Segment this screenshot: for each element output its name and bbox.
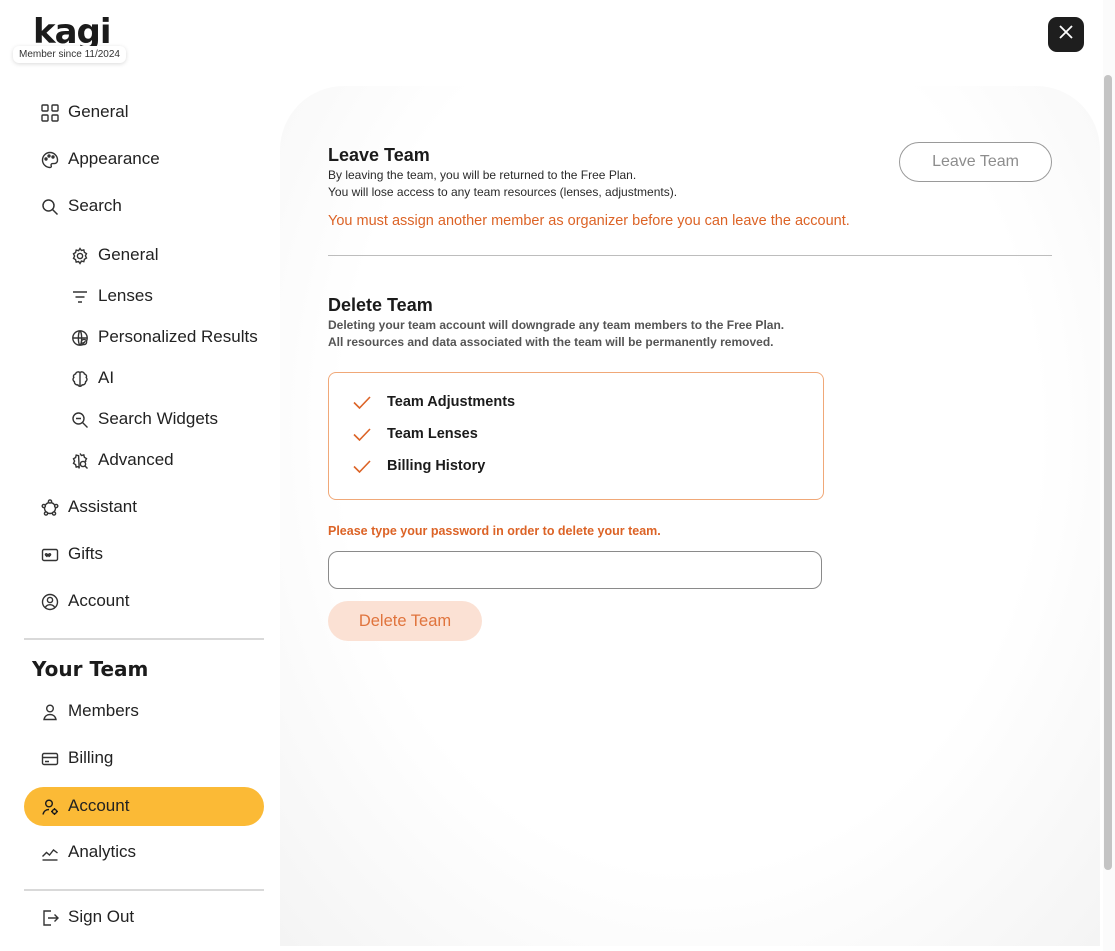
sidebar-item-label: Appearance (68, 149, 160, 168)
sidebar-item-members[interactable]: Members (24, 692, 264, 731)
resource-label: Billing History (387, 458, 486, 474)
sidebar-item-search-widgets[interactable]: Search Widgets (24, 400, 264, 439)
sidebar-item-label: AI (98, 368, 115, 387)
resource-label: Team Adjustments (387, 394, 516, 410)
sign-out-icon (40, 908, 60, 928)
close-icon (1058, 24, 1074, 45)
sidebar-item-team-account[interactable]: Account (24, 787, 264, 826)
sidebar-divider (24, 889, 264, 891)
palette-icon (40, 150, 60, 170)
sidebar-item-assistant[interactable]: Assistant (24, 488, 264, 527)
sidebar-item-ai[interactable]: AI (24, 359, 264, 398)
sidebar-item-label: Personalized Results (98, 327, 258, 346)
sidebar-divider (24, 638, 264, 640)
gear-icon (70, 246, 90, 266)
sidebar-item-label: Members (68, 701, 139, 720)
sidebar-item-label: Assistant (68, 497, 137, 516)
sidebar-item-account[interactable]: Account (24, 582, 264, 621)
sidebar-item-label: Account (68, 796, 130, 815)
team-heading: Your Team (32, 657, 149, 681)
delete-team-description-line1: Deleting your team account will downgrad… (328, 318, 785, 332)
sidebar-item-search[interactable]: Search (24, 187, 264, 226)
gift-icon (40, 545, 60, 565)
sidebar: kagi Member since 11/2024 General Appear… (0, 0, 280, 951)
check-icon (351, 391, 373, 413)
assistant-icon (40, 498, 60, 518)
person-icon (40, 702, 60, 722)
sidebar-item-search-general[interactable]: General (24, 236, 264, 275)
sidebar-item-label: Billing (68, 748, 114, 767)
sign-out-button[interactable]: Sign Out (24, 898, 264, 937)
sidebar-item-label: Account (68, 591, 130, 610)
sidebar-item-label: Advanced (98, 450, 174, 469)
close-button[interactable] (1048, 17, 1084, 52)
advanced-gear-icon (70, 451, 90, 471)
list-item: Team Adjustments (351, 391, 515, 413)
resource-label: Team Lenses (387, 426, 478, 442)
sidebar-item-gifts[interactable]: Gifts (24, 535, 264, 574)
leave-team-warning: You must assign another member as organi… (328, 213, 850, 229)
sidebar-item-label: General (68, 102, 129, 121)
leave-team-description-line2: You will lose access to any team resourc… (328, 185, 678, 199)
check-icon (351, 423, 373, 445)
sign-out-label: Sign Out (68, 907, 135, 926)
sidebar-item-billing[interactable]: Billing (24, 739, 264, 778)
sidebar-item-label: Analytics (68, 842, 137, 861)
chart-line-icon (40, 843, 60, 863)
kagi-logo[interactable]: kagi (33, 14, 112, 50)
password-input[interactable] (328, 551, 822, 589)
delete-team-title: Delete Team (328, 295, 433, 315)
sidebar-item-label: Lenses (98, 286, 153, 305)
filter-icon (70, 287, 90, 307)
team-resources-list: Team Adjustments Team Lenses Billing His… (328, 372, 824, 500)
brain-icon (70, 369, 90, 389)
sidebar-item-analytics[interactable]: Analytics (24, 833, 264, 872)
search-icon (40, 197, 60, 217)
sidebar-item-label: Search (68, 196, 122, 215)
sidebar-item-appearance[interactable]: Appearance (24, 140, 264, 179)
delete-team-button[interactable]: Delete Team (328, 601, 482, 641)
card-icon (40, 749, 60, 769)
person-gear-icon (40, 797, 60, 817)
list-item: Team Lenses (351, 423, 478, 445)
account-circle-icon (40, 592, 60, 612)
section-divider (328, 255, 1052, 256)
check-icon (351, 455, 373, 477)
leave-team-description-line1: By leaving the team, you will be returne… (328, 168, 637, 182)
delete-team-description-line2: All resources and data associated with t… (328, 335, 774, 349)
sidebar-item-label: Gifts (68, 544, 103, 563)
sidebar-item-label: Search Widgets (98, 409, 218, 428)
leave-team-button[interactable]: Leave Team (899, 142, 1052, 182)
sidebar-item-lenses[interactable]: Lenses (24, 277, 264, 316)
sidebar-item-label: General (98, 245, 159, 264)
sidebar-item-general[interactable]: General (24, 93, 264, 132)
sidebar-item-personalized-results[interactable]: Personalized Results (24, 318, 264, 357)
password-label: Please type your password in order to de… (328, 524, 661, 538)
list-item: Billing History (351, 455, 485, 477)
member-since-badge: Member since 11/2024 (13, 46, 126, 63)
sidebar-item-advanced[interactable]: Advanced (24, 441, 264, 480)
leave-team-title: Leave Team (328, 145, 430, 165)
scrollbar-thumb[interactable] (1104, 75, 1112, 870)
search-widget-icon (70, 410, 90, 430)
grid-icon (40, 103, 60, 123)
globe-icon (70, 328, 90, 348)
